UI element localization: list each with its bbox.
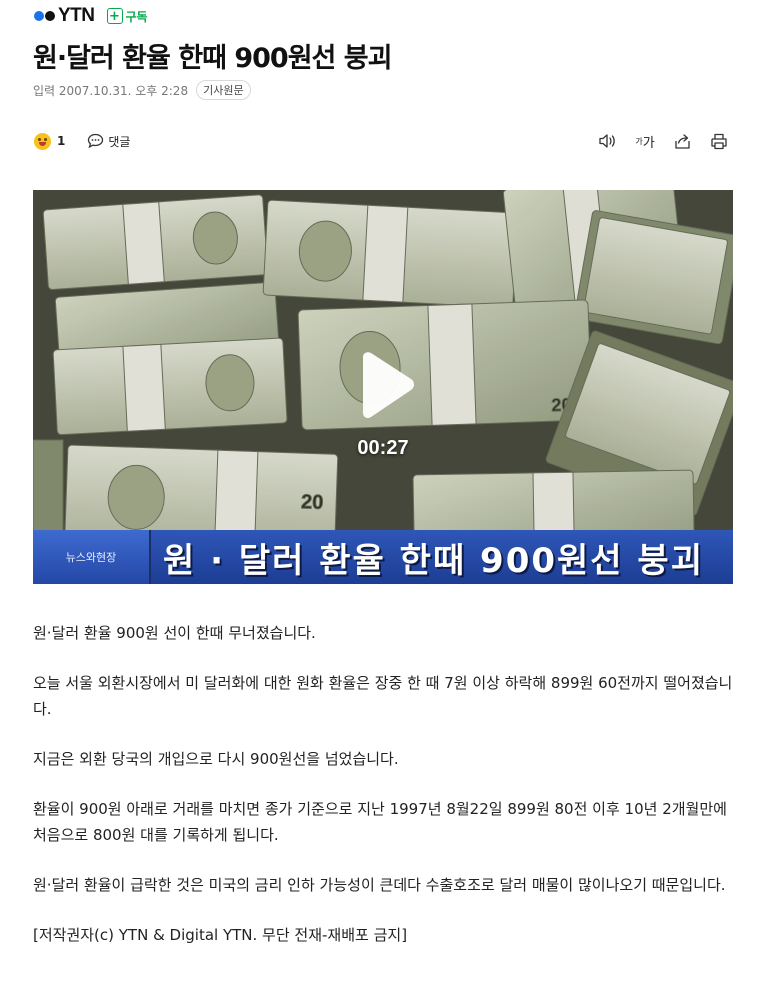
article-action-bar: 1 댓글 가가 bbox=[34, 130, 734, 152]
body-paragraph: 원·달러 환율 900원 선이 한때 무너졌습니다. bbox=[33, 624, 316, 642]
reaction-button[interactable]: 1 bbox=[34, 132, 66, 150]
comment-button[interactable]: 댓글 bbox=[87, 133, 130, 150]
plus-icon: + bbox=[106, 8, 123, 24]
share-icon bbox=[674, 133, 690, 149]
article-date: 입력 2007.10.31. 오후 2:28 bbox=[33, 83, 189, 98]
font-size-small-label: 가 bbox=[635, 136, 643, 146]
play-icon[interactable] bbox=[355, 351, 415, 419]
speaker-icon bbox=[599, 134, 615, 148]
font-size-large-label: 가 bbox=[642, 135, 655, 151]
video-caption-text: 원 · 달러 환율 한때 900원선 붕괴 bbox=[163, 540, 704, 581]
video-caption-tag: 뉴스와현장 bbox=[33, 530, 151, 584]
press-logo-text[interactable]: YTN bbox=[58, 5, 95, 27]
video-caption-band: 뉴스와현장 원 · 달러 환율 한때 900원선 붕괴 bbox=[33, 530, 733, 584]
ytn-logo-icon[interactable] bbox=[34, 11, 55, 21]
body-paragraph: 환율이 900원 아래로 거래를 마치면 종가 기준으로 지난 1997년 8월… bbox=[33, 800, 727, 844]
print-icon bbox=[711, 133, 727, 149]
comment-bubble-icon bbox=[88, 133, 104, 149]
listen-button[interactable] bbox=[593, 130, 623, 152]
article-meta: 입력 2007.10.31. 오후 2:28 기사원문 bbox=[33, 80, 251, 100]
body-paragraph: 지금은 외환 당국의 개입으로 다시 900원선을 넘었습니다. bbox=[33, 750, 399, 768]
subscribe-button[interactable]: + 구독 bbox=[106, 8, 148, 25]
tool-group: 가가 bbox=[586, 130, 734, 152]
video-player[interactable]: 20 20 00:27 뉴스와현장 원 · 달러 환율 한때 900원선 붕괴 bbox=[33, 190, 733, 584]
font-size-button[interactable]: 가가 bbox=[630, 130, 660, 152]
copyright-notice: [저작권자(c) YTN & Digital YTN. 무단 전재-재배포 금지… bbox=[33, 926, 408, 944]
press-header: YTN + 구독 bbox=[34, 5, 148, 27]
comment-label: 댓글 bbox=[108, 134, 131, 149]
original-article-link[interactable]: 기사원문 bbox=[196, 80, 251, 100]
subscribe-label: 구독 bbox=[125, 9, 148, 24]
video-duration: 00:27 bbox=[357, 437, 409, 459]
body-paragraph: 원·달러 환율이 급락한 것은 미국의 금리 인하 가능성이 큰데다 수출호조로… bbox=[33, 876, 726, 894]
article-body: 원·달러 환율 900원 선이 한때 무너졌습니다. 오늘 서울 외환시장에서 … bbox=[33, 620, 733, 948]
body-paragraph: 오늘 서울 외환시장에서 미 달러화에 대한 원화 환율은 장중 한 때 7원 … bbox=[33, 674, 733, 718]
share-button[interactable] bbox=[667, 130, 697, 152]
article-title: 원·달러 환율 한때 900원선 붕괴 bbox=[33, 43, 392, 74]
reaction-count: 1 bbox=[57, 134, 66, 148]
print-button[interactable] bbox=[704, 130, 734, 152]
smile-emoji-icon bbox=[34, 132, 51, 150]
